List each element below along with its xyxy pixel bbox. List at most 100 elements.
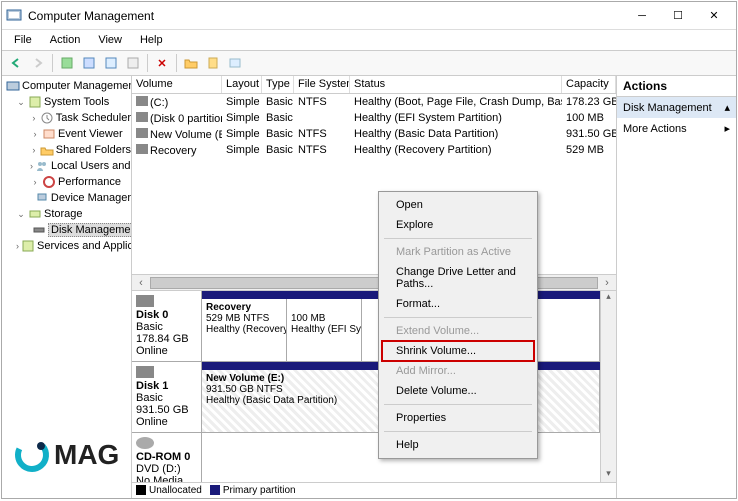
main-panel: Volume Layout Type File System Status Ca… [132,76,616,498]
disk-icon [136,295,154,307]
partition[interactable]: 100 MB Healthy (EFI Sy [287,299,362,361]
scroll-down-icon[interactable]: ▾ [601,468,616,482]
cell: Simple [222,96,262,108]
cell: Basic [262,144,294,156]
ctx-separator [384,404,532,405]
ctx-open[interactable]: Open [382,195,534,215]
ctx-change-letter[interactable]: Change Drive Letter and Paths... [382,262,534,294]
tree-shared-folders[interactable]: ›Shared Folders [2,142,131,158]
volume-row[interactable]: (C:) Simple Basic NTFS Healthy (Boot, Pa… [132,94,616,110]
scroll-right-icon[interactable]: › [600,277,614,289]
cell: Basic [262,112,294,124]
col-layout[interactable]: Layout [222,76,262,93]
volume-row[interactable]: (Disk 0 partition 2) Simple Basic Health… [132,110,616,126]
cell: 529 MB [562,144,616,156]
cell: Basic [262,96,294,108]
tree-storage[interactable]: ⌄Storage [2,206,131,222]
disk-icon [136,366,154,378]
list-icon[interactable] [225,53,245,73]
tree-task-scheduler[interactable]: ›Task Scheduler [2,110,131,126]
volume-list: (C:) Simple Basic NTFS Healthy (Boot, Pa… [132,94,616,274]
view-icon[interactable] [101,53,121,73]
ctx-explore[interactable]: Explore [382,215,534,235]
scroll-left-icon[interactable]: ‹ [134,277,148,289]
ctx-separator [384,317,532,318]
chevron-right-icon: ▸ [724,122,730,135]
col-volume[interactable]: Volume [132,76,222,93]
cdrom-icon [136,437,154,449]
ctx-shrink[interactable]: Shrink Volume... [382,341,534,361]
menu-view[interactable]: View [90,32,130,48]
new-icon[interactable] [203,53,223,73]
menu-action[interactable]: Action [42,32,89,48]
volume-row[interactable]: Recovery Simple Basic NTFS Healthy (Reco… [132,142,616,158]
list-scrollbar-horizontal[interactable]: ‹ › [132,274,616,290]
refresh-icon[interactable] [57,53,77,73]
tree-event-viewer[interactable]: ›Event Viewer [2,126,131,142]
legend: Unallocated Primary partition [132,482,616,498]
scroll-track[interactable] [601,305,616,468]
ctx-help[interactable]: Help [382,435,534,455]
cell: 931.50 GB [562,128,616,140]
close-button[interactable]: ✕ [696,4,732,28]
ctx-format[interactable]: Format... [382,294,534,314]
graphical-scrollbar-vertical[interactable]: ▴ ▾ [600,291,616,482]
ctx-properties[interactable]: Properties [382,408,534,428]
cell: 178.23 GB [562,96,616,108]
volume-row[interactable]: New Volume (E:) Simple Basic NTFS Health… [132,126,616,142]
disk-state: Online [136,345,197,357]
cell: Simple [222,144,262,156]
app-icon [6,8,22,24]
cell: Simple [222,112,262,124]
disk-state: Online [136,416,197,428]
ctx-separator [384,431,532,432]
legend-label: Primary partition [223,485,296,496]
disk-label[interactable]: Disk 1 Basic 931.50 GB Online [132,362,202,432]
actions-more[interactable]: More Actions ▸ [617,118,736,139]
tree-label: Performance [58,176,121,188]
tree-performance[interactable]: ›Performance [2,174,131,190]
actions-disk-management[interactable]: Disk Management ▴ [617,97,736,118]
disk-label[interactable]: Disk 0 Basic 178.84 GB Online [132,291,202,361]
cell: NTFS [294,144,350,156]
scroll-up-icon[interactable]: ▴ [601,291,616,305]
ctx-separator [384,238,532,239]
logo-icon [14,437,50,473]
folder-open-icon[interactable] [181,53,201,73]
cell: NTFS [294,128,350,140]
menu-help[interactable]: Help [132,32,171,48]
tree-label: Device Manager [51,192,131,204]
toolbar-separator [147,54,148,72]
actions-panel: Actions Disk Management ▴ More Actions ▸ [616,76,736,498]
menu-file[interactable]: File [6,32,40,48]
col-fs[interactable]: File System [294,76,350,93]
disk-label[interactable]: CD-ROM 0 DVD (D:) No Media [132,433,202,482]
partition[interactable]: Recovery 529 MB NTFS Healthy (Recovery P… [202,299,287,361]
settings-icon[interactable] [123,53,143,73]
col-type[interactable]: Type [262,76,294,93]
actions-header: Actions [617,76,736,97]
col-status[interactable]: Status [350,76,562,93]
back-button[interactable] [6,53,26,73]
cell: Healthy (Recovery Partition) [350,144,562,156]
tree-local-users[interactable]: ›Local Users and Groups [2,158,131,174]
delete-icon[interactable]: ✕ [152,53,172,73]
ctx-delete[interactable]: Delete Volume... [382,381,534,401]
maximize-button[interactable]: ☐ [660,4,696,28]
minimize-button[interactable]: ─ [624,4,660,28]
tree-root[interactable]: Computer Management (Local [2,78,131,94]
properties-icon[interactable] [79,53,99,73]
tree-disk-management[interactable]: Disk Management [2,222,131,238]
disk-type: Basic [136,392,197,404]
disk-type: DVD (D:) [136,463,197,475]
ctx-add-mirror: Add Mirror... [382,361,534,381]
forward-button[interactable] [28,53,48,73]
disk-size: 931.50 GB [136,404,197,416]
tree-system-tools[interactable]: ⌄System Tools [2,94,131,110]
col-capacity[interactable]: Capacity [562,76,616,93]
partition-status: Healthy (Basic Data Partition) [206,395,337,406]
tree-services[interactable]: ›Services and Applications [2,238,131,254]
disk-title: CD-ROM 0 [136,451,197,463]
cell: NTFS [294,96,350,108]
tree-device-manager[interactable]: Device Manager [2,190,131,206]
